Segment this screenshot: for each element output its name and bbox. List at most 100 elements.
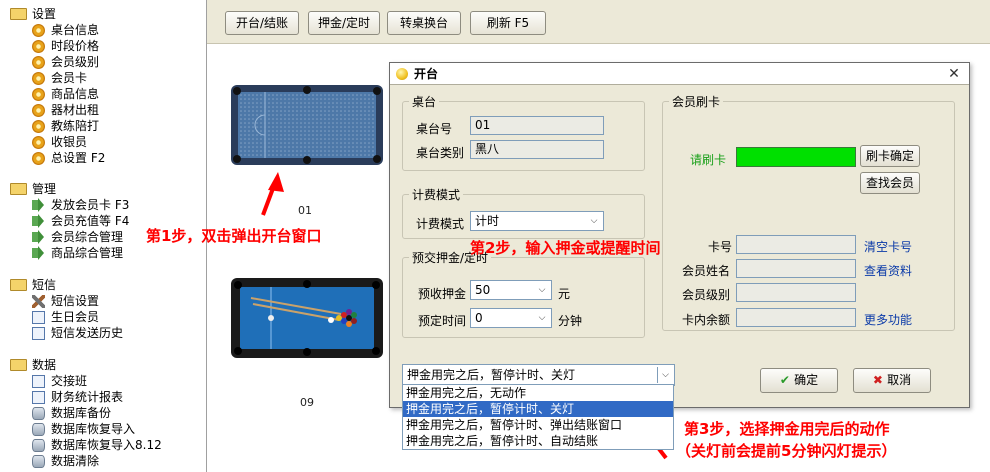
- trash-icon: [32, 455, 45, 468]
- billing-select[interactable]: 计时 ⌵: [470, 211, 604, 231]
- table-09[interactable]: [231, 278, 383, 358]
- sidebar-item-member-level[interactable]: 会员级别: [32, 54, 99, 70]
- annotation-step2: 第2步，输入押金或提醒时间: [470, 239, 661, 257]
- sidebar-item-coach[interactable]: 教练陪打: [32, 118, 99, 134]
- open-table-dialog: 开台 ✕ 桌台 桌台号 01 桌台类别 黑八 计费模式 计费模式 计时 ⌵ 预交押…: [389, 62, 970, 408]
- sidebar-group-data[interactable]: 数据: [10, 357, 56, 373]
- group-label: 会员刷卡: [672, 95, 721, 109]
- balance-label: 卡内余额: [682, 313, 731, 327]
- sidebar-item-goods-manage[interactable]: 商品综合管理: [32, 245, 123, 261]
- item-label: 短信发送历史: [51, 326, 124, 340]
- cancel-button[interactable]: ✖ 取消: [853, 368, 931, 393]
- action-option[interactable]: 押金用完之后，暂停计时、弹出结账窗口: [403, 417, 673, 433]
- sidebar-item-shift[interactable]: 交接班: [32, 373, 87, 389]
- item-label: 会员充值等 F4: [51, 214, 130, 228]
- dialog-title: 开台: [414, 67, 439, 81]
- refresh-button[interactable]: 刷新 F5: [470, 11, 546, 35]
- sidebar-item-birthday[interactable]: 生日会员: [32, 309, 99, 325]
- item-label: 会员级别: [51, 55, 100, 69]
- ok-button[interactable]: ✔ 确定: [760, 368, 838, 393]
- sidebar-item-cashier[interactable]: 收银员: [32, 134, 87, 150]
- folder-icon: [10, 8, 27, 20]
- group-label: 设置: [32, 7, 57, 21]
- item-label: 总设置 F2: [51, 151, 106, 165]
- deposit-unit: 元: [558, 287, 571, 301]
- table-no-field: 01: [470, 116, 604, 135]
- swipe-label: 请刷卡: [690, 153, 727, 167]
- database-icon: [32, 407, 45, 420]
- open-checkout-button[interactable]: 开台/结账: [225, 11, 299, 35]
- annotation-step1: 第1步，双击弹出开台窗口: [146, 227, 322, 245]
- sidebar-item-backup[interactable]: 数据库备份: [32, 405, 111, 421]
- item-label: 商品信息: [51, 87, 100, 101]
- swipe-confirm-button[interactable]: 刷卡确定: [860, 145, 920, 167]
- sidebar-group-manage[interactable]: 管理: [10, 181, 56, 197]
- sidebar-item-clear[interactable]: 数据清除: [32, 453, 99, 469]
- action-option[interactable]: 押金用完之后，无动作: [403, 385, 673, 401]
- check-icon: ✔: [779, 373, 795, 387]
- gear-icon: [32, 104, 45, 117]
- action-option[interactable]: 押金用完之后，暂停计时、自动结账: [403, 433, 673, 449]
- sidebar-item-recharge[interactable]: 会员充值等 F4: [32, 213, 129, 229]
- sidebar-item-restore[interactable]: 数据库恢复导入: [32, 421, 135, 437]
- sidebar-item-issue-card[interactable]: 发放会员卡 F3: [32, 197, 129, 213]
- sidebar-item-table-info[interactable]: 桌台信息: [32, 22, 99, 38]
- arrow-icon: [32, 230, 44, 244]
- arrow-icon: [32, 246, 44, 260]
- gear-icon: [32, 40, 45, 53]
- action-option[interactable]: 押金用完之后，暂停计时、关灯: [403, 401, 673, 417]
- select-value: 50: [475, 283, 491, 297]
- sidebar-item-sms-history[interactable]: 短信发送历史: [32, 325, 123, 341]
- close-icon[interactable]: ✕: [945, 64, 963, 84]
- sidebar-group-settings[interactable]: 设置: [10, 6, 56, 22]
- button-label: 取消: [887, 373, 912, 387]
- find-member-button[interactable]: 查找会员: [860, 172, 920, 194]
- action-select[interactable]: 押金用完之后，暂停计时、关灯 ⌵: [402, 364, 675, 386]
- sidebar-item-general-settings[interactable]: 总设置 F2: [32, 150, 105, 166]
- document-icon: [32, 311, 45, 324]
- sidebar-item-member-card[interactable]: 会员卡: [32, 70, 87, 86]
- database-icon: [32, 439, 45, 452]
- sidebar-item-report[interactable]: 财务统计报表: [32, 389, 123, 405]
- item-label: 教练陪打: [51, 119, 100, 133]
- deposit-timer-button[interactable]: 押金/定时: [308, 11, 380, 35]
- folder-icon: [10, 359, 27, 371]
- item-label: 器材出租: [51, 103, 100, 117]
- annotation-step3: 第3步，选择押金用完后的动作: [684, 420, 890, 438]
- button-label: 确定: [794, 373, 819, 387]
- annotation-step3-note: （关灯前会提前5分钟闪灯提示）: [676, 442, 897, 460]
- billing-label: 计费模式: [416, 217, 465, 231]
- group-label: 短信: [32, 278, 57, 292]
- item-label: 数据清除: [51, 454, 100, 468]
- folder-icon: [10, 279, 27, 291]
- item-label: 数据库恢复导入: [51, 422, 136, 436]
- timer-label: 预定时间: [418, 314, 467, 328]
- group-label: 计费模式: [412, 188, 461, 202]
- sidebar-item-rental[interactable]: 器材出租: [32, 102, 99, 118]
- swipe-card-input[interactable]: [736, 147, 856, 167]
- select-value: 计时: [475, 214, 500, 228]
- item-label: 收银员: [51, 135, 88, 149]
- sidebar-item-member-manage[interactable]: 会员综合管理: [32, 229, 123, 245]
- sidebar-item-goods[interactable]: 商品信息: [32, 86, 99, 102]
- report-icon: [32, 391, 45, 404]
- handover-icon: [32, 375, 45, 388]
- transfer-table-button[interactable]: 转桌换台: [387, 11, 461, 35]
- gear-icon: [32, 136, 45, 149]
- timer-input[interactable]: 0 ⌵: [470, 308, 552, 328]
- gear-icon: [32, 72, 45, 85]
- item-label: 短信设置: [51, 294, 100, 308]
- sidebar-item-time-price[interactable]: 时段价格: [32, 38, 99, 54]
- clear-card-link[interactable]: 清空卡号: [864, 238, 912, 255]
- table-01[interactable]: [231, 85, 383, 165]
- table-type-field: 黑八: [470, 140, 604, 159]
- deposit-input[interactable]: 50 ⌵: [470, 280, 552, 300]
- member-level-label: 会员级别: [682, 288, 731, 302]
- chevron-down-icon: ⌵: [590, 216, 598, 226]
- sidebar-group-sms[interactable]: 短信: [10, 277, 56, 293]
- view-info-link[interactable]: 查看资料: [864, 262, 912, 279]
- gear-icon: [32, 56, 45, 69]
- sidebar-item-restore-812[interactable]: 数据库恢复导入8.12: [32, 437, 162, 453]
- more-functions-link[interactable]: 更多功能: [864, 311, 912, 328]
- sidebar-item-sms-settings[interactable]: 短信设置: [32, 293, 99, 309]
